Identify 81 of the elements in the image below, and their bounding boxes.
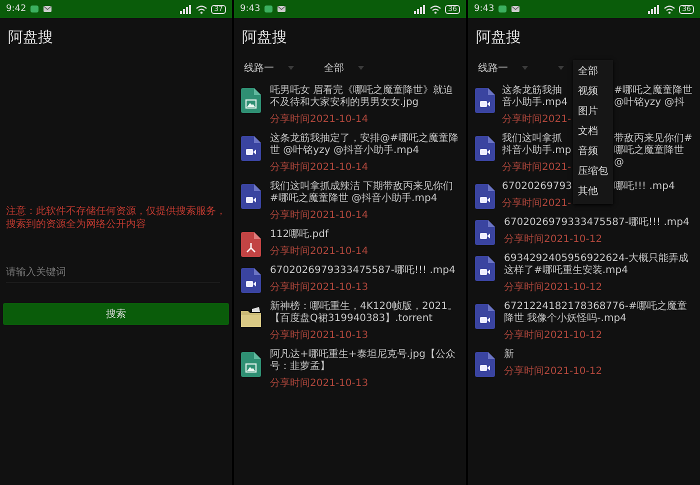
file-name-fragment: 音小助手.mp4 [502, 97, 569, 109]
menu-item[interactable]: 其他 [573, 182, 613, 202]
share-date: 分享时间2021-10-12 [504, 330, 604, 342]
file-name-fragment: #哪吒之魔童降世 @叶铭yzy @抖 [614, 85, 694, 109]
file-name[interactable]: 我们这叫拿抓成辣洁 下期带敌丙来见你们#哪吒之魔童降世 @抖音小助手.mp4 [270, 181, 460, 205]
app-title: 阿盘搜 [7, 27, 54, 48]
app-title: 阿盘搜 [475, 27, 522, 48]
file-name-fragment: 哪吒!!! .mp4 [614, 181, 676, 193]
image-file-icon [240, 87, 262, 114]
file-name[interactable]: 6702026979333475587-哪吒!!! .mp4 [270, 265, 460, 277]
share-date: 分享时间2021-10-13 [270, 282, 370, 294]
video-file-icon [474, 219, 496, 246]
menu-item[interactable]: 音频 [573, 142, 613, 162]
video-file-icon [474, 351, 496, 378]
file-name[interactable]: 新神榜：哪吒重生，4K120帧版，2021。【百度盘Q裙319940383】.torrent [270, 301, 460, 325]
dropdown[interactable]: 全部 [324, 61, 404, 75]
file-name-fragment: 67020269793 [502, 181, 572, 193]
signal-icon [414, 4, 426, 14]
caret-icon [558, 66, 564, 70]
share-date: 分享时间2021-10-14 [270, 162, 370, 174]
file-name[interactable]: 112哪吒.pdf [270, 229, 460, 241]
dropdown[interactable]: 线路一 [478, 61, 558, 75]
share-date: 分享时间2021- [502, 198, 572, 210]
pdf-file-icon [240, 231, 262, 258]
video-file-icon [240, 267, 262, 294]
file-name[interactable]: 6934292405956922624-大概只能弄成这样了#哪吒重生安装.mp4 [504, 253, 694, 277]
share-date: 分享时间2021- [502, 162, 572, 174]
chat-notification-icon [264, 5, 274, 13]
app-title: 阿盘搜 [241, 27, 288, 48]
status-time: 9:42 [6, 4, 26, 14]
file-name-fragment: 带敌丙来见你们#哪吒之魔童降世 @ [614, 133, 694, 169]
chat-notification-icon [498, 5, 508, 13]
wifi-icon [664, 4, 676, 14]
share-date: 分享时间2021-10-12 [504, 282, 604, 294]
video-file-icon [474, 255, 496, 282]
search-button[interactable]: 搜索 [3, 303, 229, 325]
status-time: 9:43 [474, 4, 494, 14]
video-file-icon [474, 87, 496, 114]
file-name[interactable]: 6702026979333475587-哪吒!!! .mp4 [504, 217, 694, 229]
share-date: 分享时间2021-10-14 [270, 210, 370, 222]
share-date: 分享时间2021-10-14 [270, 114, 370, 126]
image-file-icon [240, 351, 262, 378]
signal-icon [180, 4, 192, 14]
menu-item[interactable]: 文档 [573, 122, 613, 142]
share-date: 分享时间2021-10-14 [270, 246, 370, 258]
notice-text: 注意：此软件不存储任何资源，仅提供搜索服务，搜索到的资源全为网络公开内容 [5, 205, 227, 231]
share-date: 分享时间2021-10-12 [504, 234, 604, 246]
wifi-icon [196, 4, 208, 14]
file-name[interactable]: 6721224182178368776-#哪吒之魔童降世 我像个小妖怪吗-.mp4 [504, 301, 694, 325]
file-name[interactable]: 吒男吒女 眉看完《哪吒之魔童降世》就迫不及待和大家安利的男男女女.jpg [270, 85, 460, 109]
chat-notification-icon [30, 5, 40, 13]
video-file-icon [240, 183, 262, 210]
file-name-fragment: 我们这叫拿抓 [502, 133, 563, 144]
share-date: 分享时间2021- [502, 114, 572, 126]
search-input-field[interactable]: 请输入关键词 [6, 263, 220, 283]
mail-notification-icon [511, 5, 520, 13]
mail-notification-icon [43, 5, 52, 13]
menu-item[interactable]: 全部 [573, 62, 613, 82]
file-name[interactable]: 这条龙筋我抽定了，安排@#哪吒之魔童降世 @叶铭yzy @抖音小助手.mp4 [270, 133, 460, 157]
caret-icon [522, 66, 528, 70]
caret-icon [288, 66, 294, 70]
file-name[interactable]: 阿凡达+哪吒重生+泰坦尼克号.jpg【公众号：韭萝孟】 [270, 349, 460, 373]
mail-notification-icon [277, 5, 286, 13]
dropdown[interactable]: 线路一 [244, 61, 324, 75]
share-date: 分享时间2021-10-13 [270, 378, 370, 390]
wifi-icon [430, 4, 442, 14]
file-name[interactable]: 新 [504, 349, 694, 361]
menu-item[interactable]: 图片 [573, 102, 613, 122]
video-file-icon [474, 303, 496, 330]
share-date: 分享时间2021-10-13 [270, 330, 370, 342]
menu-item[interactable]: 压缩包 [573, 162, 613, 182]
signal-icon [648, 4, 660, 14]
menu-item[interactable]: 视频 [573, 82, 613, 102]
video-file-icon [474, 135, 496, 162]
caret-icon [358, 66, 364, 70]
status-time: 9:43 [240, 4, 260, 14]
file-name-fragment: 抖音小助手.mp [502, 145, 572, 157]
video-file-icon [240, 135, 262, 162]
share-date: 分享时间2021-10-12 [504, 366, 604, 378]
video-file-icon [474, 183, 496, 210]
file-name-fragment: 这条龙筋我抽 [502, 85, 563, 96]
